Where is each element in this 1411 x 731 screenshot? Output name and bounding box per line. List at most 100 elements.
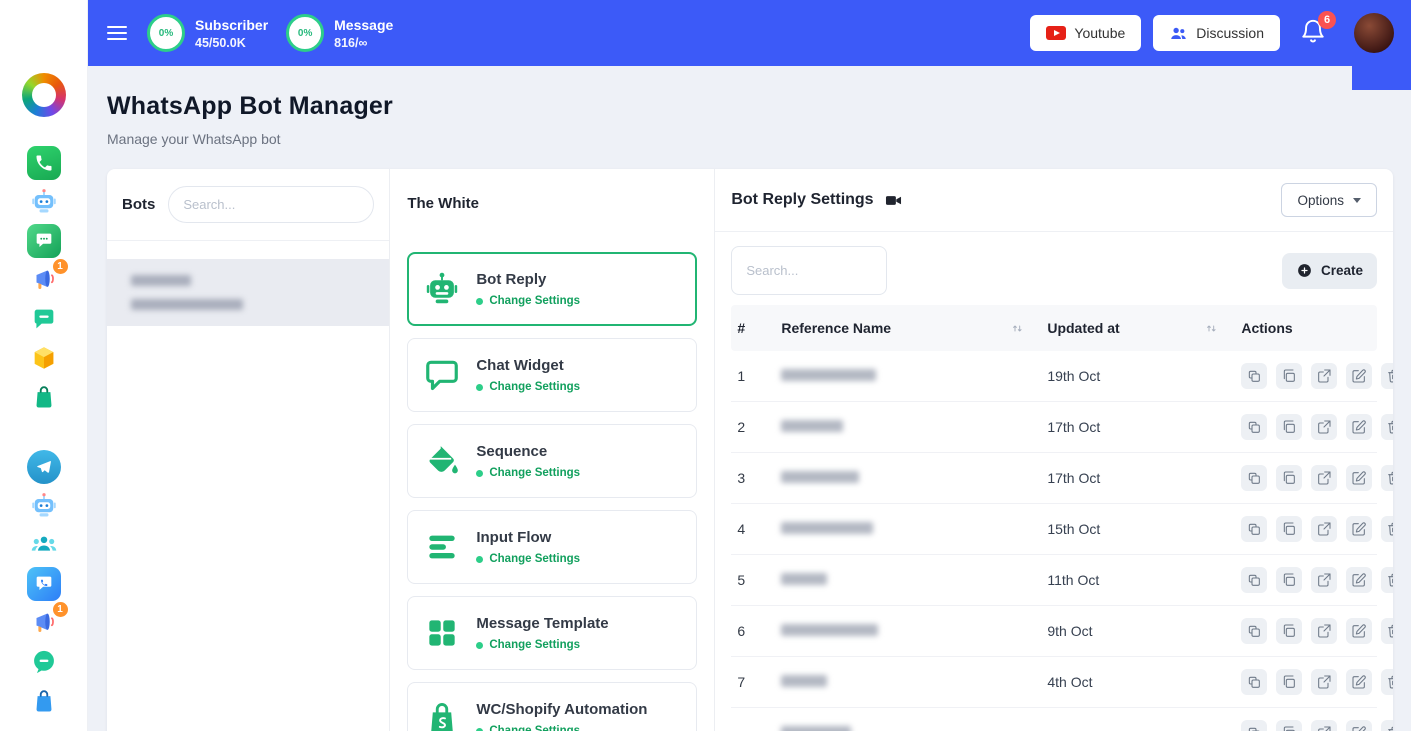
masked-reference-name (781, 522, 873, 534)
delete-button[interactable] (1381, 618, 1393, 644)
edit-button[interactable] (1346, 465, 1372, 491)
broadcast-icon[interactable]: 1 (27, 263, 61, 297)
delete-button[interactable] (1381, 363, 1393, 389)
notifications-button[interactable]: 6 (1300, 18, 1326, 49)
options-button[interactable]: Options (1281, 183, 1377, 217)
row-updated-at: 17th Oct (1041, 419, 1235, 435)
user-avatar[interactable] (1354, 13, 1394, 53)
bot-icon[interactable] (27, 185, 61, 219)
telegram-broadcast-icon[interactable]: 1 (27, 606, 61, 640)
delete-button[interactable] (1381, 414, 1393, 440)
group-users-icon[interactable] (27, 528, 61, 562)
export-button[interactable] (1311, 669, 1337, 695)
integrations-icon[interactable] (27, 341, 61, 375)
col-reference-name[interactable]: Reference Name (775, 320, 1041, 336)
setting-card-title: Chat Widget (476, 357, 580, 374)
export-button[interactable] (1311, 363, 1337, 389)
copy-button[interactable] (1276, 669, 1302, 695)
setting-card-bot-reply[interactable]: Bot Reply Change Settings (407, 252, 697, 326)
shopify-icon (421, 698, 463, 731)
export-button[interactable] (1311, 720, 1337, 731)
copy-button[interactable] (1276, 414, 1302, 440)
delete-button[interactable] (1381, 516, 1393, 542)
shopping-bag-green-icon[interactable] (27, 380, 61, 414)
duplicate-button[interactable] (1241, 720, 1267, 731)
duplicate-button[interactable] (1241, 618, 1267, 644)
copy-button[interactable] (1276, 618, 1302, 644)
table-row: 2 17th Oct (731, 402, 1377, 453)
change-settings-link[interactable]: Change Settings (476, 725, 647, 731)
whatsapp-chat-icon[interactable] (27, 224, 61, 258)
duplicate-button[interactable] (1241, 516, 1267, 542)
change-settings-link[interactable]: Change Settings (476, 639, 608, 651)
setting-card-title: WC/Shopify Automation (476, 701, 647, 718)
col-updated-at[interactable]: Updated at (1041, 320, 1235, 336)
chat-bubble-icon[interactable] (27, 302, 61, 336)
change-settings-link[interactable]: Change Settings (476, 553, 580, 565)
edit-button[interactable] (1346, 363, 1372, 389)
row-updated-at: 9th Oct (1041, 623, 1235, 639)
telegram-icon[interactable] (27, 450, 61, 484)
youtube-button[interactable]: Youtube (1030, 15, 1141, 51)
export-button[interactable] (1311, 465, 1337, 491)
reply-search-input[interactable] (731, 246, 887, 295)
change-settings-link[interactable]: Change Settings (476, 381, 580, 393)
discussion-button[interactable]: Discussion (1153, 15, 1280, 51)
bot-list-item-selected[interactable] (107, 259, 389, 326)
masked-reference-name (781, 726, 851, 731)
export-button[interactable] (1311, 516, 1337, 542)
setting-card-message-template[interactable]: Message Template Change Settings (407, 596, 697, 670)
masked-reference-name (781, 675, 827, 687)
live-chat-icon[interactable] (27, 567, 61, 601)
chat-circle-icon[interactable] (27, 645, 61, 679)
app-logo[interactable] (22, 73, 66, 117)
export-button[interactable] (1311, 414, 1337, 440)
copy-button[interactable] (1276, 567, 1302, 593)
copy-button[interactable] (1276, 363, 1302, 389)
change-settings-link[interactable]: Change Settings (476, 295, 580, 307)
status-dot (476, 642, 483, 649)
duplicate-button[interactable] (1241, 363, 1267, 389)
chevron-down-icon (1353, 198, 1361, 203)
setting-card-title: Message Template (476, 615, 608, 632)
setting-card-input-flow[interactable]: Input Flow Change Settings (407, 510, 697, 584)
edit-button[interactable] (1346, 516, 1372, 542)
duplicate-button[interactable] (1241, 414, 1267, 440)
change-settings-link[interactable]: Change Settings (476, 467, 580, 479)
row-index: 7 (731, 674, 775, 690)
telegram-bot-icon[interactable] (27, 489, 61, 523)
delete-button[interactable] (1381, 669, 1393, 695)
duplicate-button[interactable] (1241, 669, 1267, 695)
whatsapp-icon[interactable] (27, 146, 61, 180)
menu-icon[interactable] (105, 22, 129, 44)
export-button[interactable] (1311, 618, 1337, 644)
message-label: Message (334, 16, 393, 34)
copy-button[interactable] (1276, 465, 1302, 491)
message-progress-ring: 0% (286, 14, 324, 52)
duplicate-button[interactable] (1241, 465, 1267, 491)
delete-button[interactable] (1381, 720, 1393, 731)
row-index: 3 (731, 470, 775, 486)
shopping-bag-blue-icon[interactable] (27, 684, 61, 718)
edit-button[interactable] (1346, 669, 1372, 695)
setting-card-chat-widget[interactable]: Chat Widget Change Settings (407, 338, 697, 412)
edit-button[interactable] (1346, 720, 1372, 731)
delete-button[interactable] (1381, 567, 1393, 593)
bots-search-input[interactable] (168, 186, 374, 223)
edit-button[interactable] (1346, 414, 1372, 440)
create-button[interactable]: Create (1282, 253, 1377, 289)
export-button[interactable] (1311, 567, 1337, 593)
setting-card-sequence[interactable]: Sequence Change Settings (407, 424, 697, 498)
edit-button[interactable] (1346, 618, 1372, 644)
sort-icon[interactable] (1010, 321, 1025, 336)
copy-button[interactable] (1276, 720, 1302, 731)
copy-button[interactable] (1276, 516, 1302, 542)
duplicate-button[interactable] (1241, 567, 1267, 593)
video-camera-icon[interactable] (884, 191, 903, 210)
row-actions (1235, 414, 1393, 440)
edit-button[interactable] (1346, 567, 1372, 593)
delete-button[interactable] (1381, 465, 1393, 491)
bot-name-title: The White (407, 195, 697, 212)
sort-icon[interactable] (1204, 321, 1219, 336)
setting-card-wc-shopify[interactable]: WC/Shopify Automation Change Settings (407, 682, 697, 731)
